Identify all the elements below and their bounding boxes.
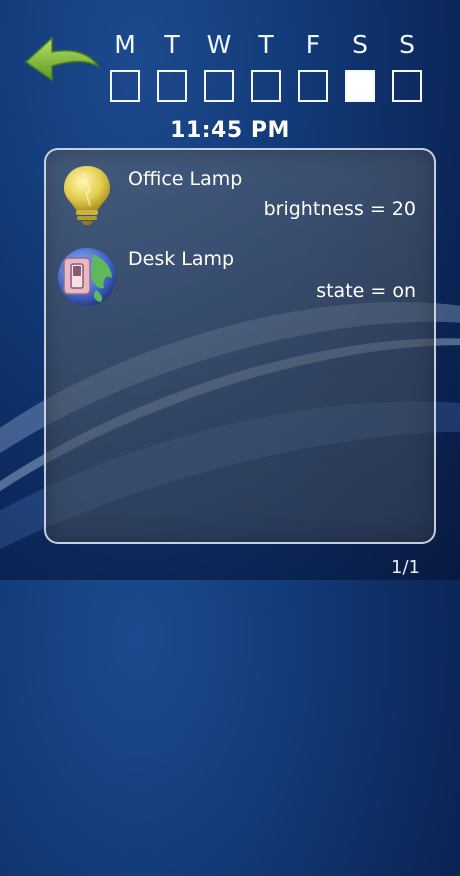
device-status: state = on (316, 280, 416, 302)
back-button[interactable] (22, 32, 102, 94)
back-arrow-icon (24, 36, 101, 82)
day-friday: F (296, 30, 330, 102)
device-name: Office Lamp (128, 168, 243, 190)
day-checkbox[interactable] (110, 70, 140, 102)
weekday-selector: M T W T F S S (108, 30, 430, 110)
list-item-desk-lamp[interactable]: Desk Lamp state = on (46, 240, 434, 320)
device-status: brightness = 20 (263, 198, 416, 220)
device-list-panel: Office Lamp brightness = 20 Desk Lamp st… (44, 148, 436, 544)
day-letter: W (206, 30, 232, 59)
light-bulb-icon (64, 166, 110, 225)
day-wednesday: W (202, 30, 236, 102)
day-checkbox[interactable] (157, 70, 187, 102)
switch-globe-icon (58, 248, 116, 306)
day-checkbox[interactable] (298, 70, 328, 102)
day-tuesday: T (155, 30, 189, 102)
time-display[interactable]: 11:45 PM (0, 118, 460, 143)
day-checkbox[interactable] (204, 70, 234, 102)
day-checkbox[interactable] (345, 70, 375, 102)
day-checkbox[interactable] (251, 70, 281, 102)
day-letter: T (164, 30, 180, 59)
day-saturday: S (343, 30, 377, 102)
list-item-office-lamp[interactable]: Office Lamp brightness = 20 (46, 154, 434, 234)
page-indicator: 1/1 (391, 557, 420, 578)
day-letter: F (305, 30, 321, 59)
day-letter: S (399, 30, 415, 59)
day-monday: M (108, 30, 142, 102)
day-checkbox[interactable] (392, 70, 422, 102)
day-letter: M (114, 30, 136, 59)
device-name: Desk Lamp (128, 248, 235, 270)
day-sunday: S (390, 30, 424, 102)
day-thursday: T (249, 30, 283, 102)
day-letter: S (352, 30, 368, 59)
day-letter: T (258, 30, 274, 59)
